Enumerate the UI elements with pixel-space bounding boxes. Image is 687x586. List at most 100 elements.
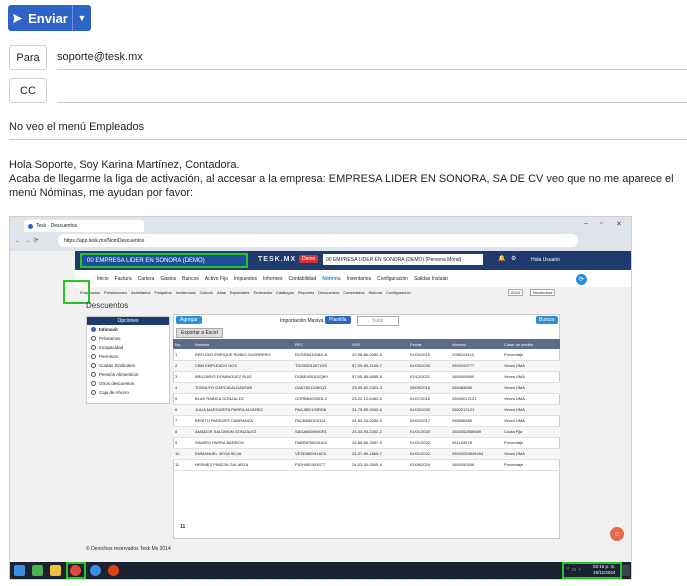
- folder-icon[interactable]: [50, 565, 61, 576]
- column-header[interactable]: RFC: [293, 339, 350, 349]
- submenu-item[interactable]: Cálculo: [200, 290, 213, 295]
- column-header[interactable]: Nombre: [193, 339, 293, 349]
- tray-icons[interactable]: ⌃ ▭ ◔: [566, 567, 581, 573]
- submenu-item[interactable]: Altas: [217, 290, 226, 295]
- to-field[interactable]: soporte@tesk.mx: [57, 45, 687, 70]
- gear-icon[interactable]: ⚙: [511, 255, 516, 262]
- template-button[interactable]: Plantilla: [325, 316, 351, 324]
- option-item[interactable]: Cuotas Sindicales: [87, 361, 169, 370]
- chat-support-icon[interactable]: ☺: [610, 527, 624, 541]
- menu-item[interactable]: Inventarios: [347, 276, 371, 282]
- menu-item[interactable]: Inicio: [97, 276, 109, 282]
- menu-item[interactable]: Factura: [115, 276, 132, 282]
- export-excel-button[interactable]: Exportar a Excel: [176, 328, 223, 338]
- minimize-icon[interactable]: –: [584, 220, 588, 227]
- table-row[interactable]: 9 RAMIRO PARRA BARRON PABR870823UG2 24-85-8…: [173, 437, 560, 449]
- subject-field[interactable]: No veo el menú Empleados: [9, 115, 687, 140]
- browser-tab[interactable]: Tesk · Descuentos: [24, 220, 144, 232]
- table-row[interactable]: 6 JULIA MARGARITA PARRA ALVAREZ PAAJ850109…: [173, 404, 560, 416]
- menu-item[interactable]: Cartera: [138, 276, 155, 282]
- month-select[interactable]: Noviembre: [530, 289, 556, 296]
- option-item[interactable]: Permisos: [87, 352, 169, 361]
- submenu-item[interactable]: Prestaciones: [104, 290, 127, 295]
- submenu-item[interactable]: Catálogos: [276, 290, 294, 295]
- table-cell: 01/01/2022: [408, 437, 450, 449]
- submenu-item[interactable]: Especiales: [230, 290, 249, 295]
- company-label: 00 EMPRESA LIDER EN SONORA (DEMO): [87, 257, 205, 264]
- option-item[interactable]: Préstamos: [87, 334, 169, 343]
- maximize-icon[interactable]: ▫: [600, 220, 602, 227]
- submenu-item[interactable]: Timbrados: [253, 290, 272, 295]
- menu-item[interactable]: Contabilidad: [288, 276, 316, 282]
- sync-icon[interactable]: ⟳: [576, 274, 587, 285]
- skype-icon[interactable]: [90, 565, 101, 576]
- menu-item-active[interactable]: Nómina: [322, 276, 340, 282]
- column-header[interactable]: Clase de crédito: [502, 339, 560, 349]
- option-item[interactable]: Pensión Alimenticia: [87, 370, 169, 379]
- menu-item[interactable]: Configuración: [377, 276, 408, 282]
- clock[interactable]: 02:15 p. m. 15/11/2024: [593, 564, 616, 576]
- option-item[interactable]: Incapacidad: [87, 343, 169, 352]
- app-icon[interactable]: [108, 565, 119, 576]
- column-header[interactable]: NSS: [350, 339, 408, 349]
- year-select[interactable]: 2024: [508, 289, 523, 296]
- body-line: Hola Soporte, Soy Karina Martínez, Conta…: [9, 159, 240, 171]
- column-header[interactable]: No.: [173, 339, 193, 349]
- cc-button[interactable]: CC: [9, 78, 47, 103]
- table-row[interactable]: 11 HERMES PINZON GALARZA PIGH450303S77 24-0…: [173, 459, 560, 471]
- option-infonavit[interactable]: Infonavit: [87, 325, 169, 334]
- table-row[interactable]: 4 TODULFO GARCIA ALGANTAR GAAT821118KQ3 23-…: [173, 382, 560, 394]
- body-line: Acaba de llegarme la liga de activación,…: [9, 173, 674, 199]
- menu-item[interactable]: Informes: [263, 276, 282, 282]
- submenu-item[interactable]: Historia: [368, 290, 382, 295]
- table-cell: RUGR8410082LA: [293, 349, 350, 361]
- submenu-item[interactable]: Descuentos: [318, 290, 339, 295]
- notifications-icon[interactable]: [622, 565, 630, 576]
- search-button[interactable]: Buscar: [536, 316, 558, 324]
- table-row[interactable]: 7 BENITO PAREDES CARRANZA PACB850303114 24-…: [173, 415, 560, 427]
- menu-item[interactable]: Salidas Instalar: [414, 276, 448, 282]
- nav-buttons[interactable]: ← → ⟳: [15, 237, 39, 244]
- submenu-item[interactable]: Reportes: [298, 290, 314, 295]
- table-cell: 57-09-83-2165-7: [350, 360, 408, 372]
- user-greeting[interactable]: Hola Usuario: [531, 257, 560, 263]
- app-icon[interactable]: [32, 565, 43, 576]
- table-row[interactable]: 1 REFUGIO ENRIQUE RUBIO GUERRERO RUGR84100…: [173, 349, 560, 361]
- menu-item[interactable]: Gastos: [160, 276, 176, 282]
- send-button[interactable]: Enviar: [8, 5, 72, 31]
- table-cell: 5: [173, 393, 193, 405]
- upload-button[interactable]: Subir: [357, 316, 399, 326]
- address-bar[interactable]: https://app.tesk.mx/NomDescuentos: [58, 234, 578, 247]
- table-row[interactable]: 2 CBM EMPLEADO DOS TDOE8312071H9 57-09-83-2…: [173, 360, 560, 372]
- option-item[interactable]: Caja de Ahorro: [87, 388, 169, 397]
- table-row[interactable]: 5 BLAS RABICA GONZALEZ GORB8409303L3 23-22-…: [173, 393, 560, 405]
- submenu-item[interactable]: Configuración: [386, 290, 411, 295]
- table-row[interactable]: 10 EMMANUEL VEGA SILVA VESE8809116C5 24-07-…: [173, 448, 560, 460]
- tab-title: Tesk · Descuentos: [36, 223, 78, 229]
- add-button[interactable]: Agregar: [176, 316, 202, 324]
- column-header[interactable]: Fecha: [408, 339, 450, 349]
- send-options-dropdown[interactable]: ▼: [72, 5, 91, 31]
- radio-icon: [91, 354, 96, 359]
- table-row[interactable]: 3 BRUZARIO DOMINGUEZ RUIZ DOBE450102QB9 57-…: [173, 371, 560, 383]
- cc-field[interactable]: [57, 78, 687, 103]
- menu-item[interactable]: Bancos: [182, 276, 199, 282]
- submenu-item[interactable]: Finiquitos: [154, 290, 171, 295]
- table-cell: GORB8409303L3: [293, 393, 350, 405]
- message-body[interactable]: Hola Soporte, Soy Karina Martínez, Conta…: [9, 158, 681, 200]
- submenu-item[interactable]: Incidencias: [176, 290, 196, 295]
- radio-icon: [91, 381, 96, 386]
- bell-icon[interactable]: 🔔: [498, 255, 505, 262]
- submenu-item[interactable]: Cancelados: [343, 290, 364, 295]
- close-icon[interactable]: ✕: [616, 220, 622, 228]
- options-header: Opciones: [87, 317, 169, 325]
- to-button[interactable]: Para: [9, 45, 47, 70]
- option-item[interactable]: Otros descuentos: [87, 379, 169, 388]
- start-icon[interactable]: [14, 565, 25, 576]
- menu-item[interactable]: Activo Fijo: [205, 276, 228, 282]
- menu-item[interactable]: Impuestos: [234, 276, 257, 282]
- company-select[interactable]: 00 EMPRESA LIDER EN SONORA (DEMO) (Perso…: [323, 254, 483, 265]
- column-header[interactable]: Número: [450, 339, 502, 349]
- submenu-item[interactable]: Asimilados: [131, 290, 150, 295]
- table-row[interactable]: 8 AMADOR SALOMON GONZALEZ SAGA8809090R1 24-…: [173, 426, 560, 438]
